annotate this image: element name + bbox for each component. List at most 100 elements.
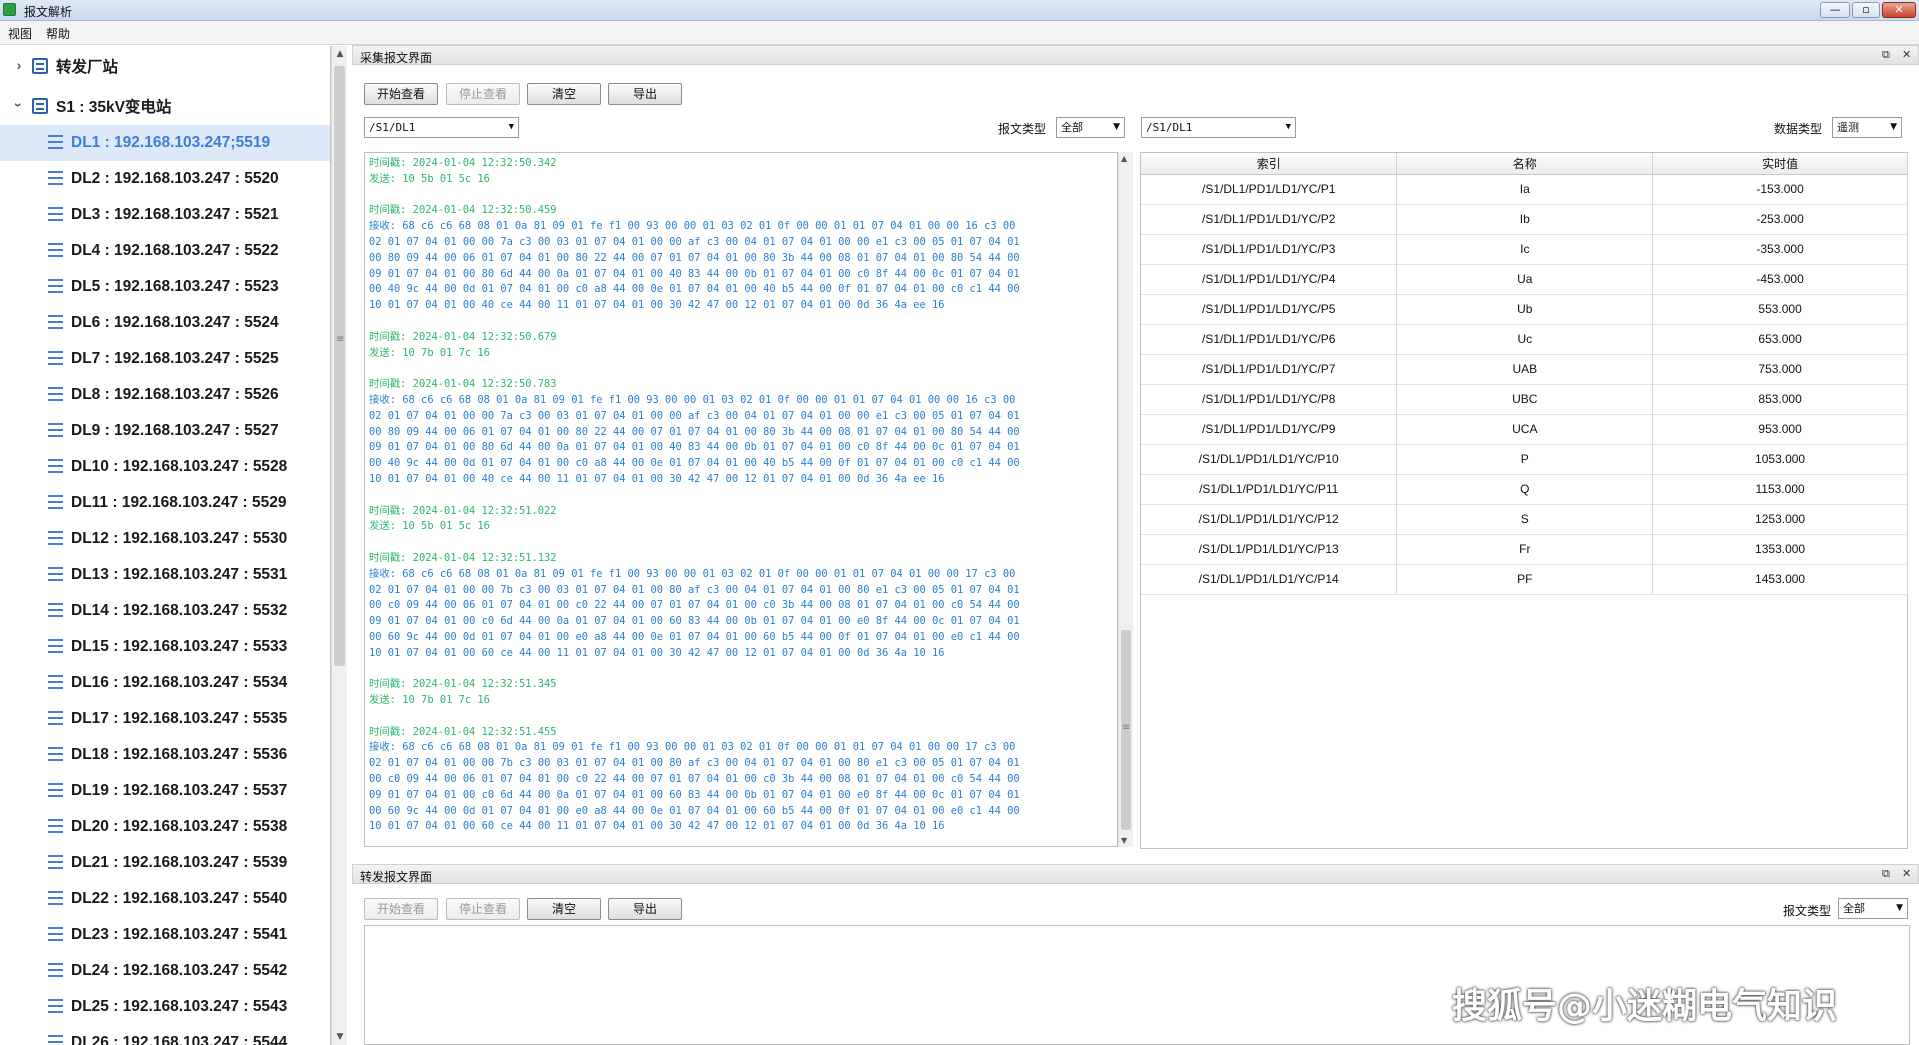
data-type-select[interactable]: 遥测 ▼ xyxy=(1832,117,1902,138)
cell-value[interactable]: -253.000 xyxy=(1652,204,1908,235)
cell-name[interactable]: UBC xyxy=(1396,384,1654,415)
tree-item-dl22[interactable]: DL22 : 192.168.103.247 : 5540 xyxy=(0,881,330,917)
cell-value[interactable]: 1353.000 xyxy=(1652,534,1908,565)
cell-index[interactable]: /S1/DL1/PD1/LD1/YC/P1 xyxy=(1141,174,1398,205)
forward-clear-button[interactable]: 清空 xyxy=(527,898,601,920)
cell-index[interactable]: /S1/DL1/PD1/LD1/YC/P6 xyxy=(1141,324,1398,355)
table-row[interactable]: /S1/DL1/PD1/LD1/YC/P7 UAB 753.000 xyxy=(1141,354,1908,385)
tree-item-dl7[interactable]: DL7 : 192.168.103.247 : 5525 xyxy=(0,341,330,377)
tree-item-dl24[interactable]: DL24 : 192.168.103.247 : 5542 xyxy=(0,953,330,989)
table-row[interactable]: /S1/DL1/PD1/LD1/YC/P3 Ic -353.000 xyxy=(1141,234,1908,265)
tree-item-dl6[interactable]: DL6 : 192.168.103.247 : 5524 xyxy=(0,305,330,341)
float-icon[interactable]: ⧉ xyxy=(1882,867,1890,881)
menu-help[interactable]: 帮助 xyxy=(46,25,70,42)
menu-view[interactable]: 视图 xyxy=(8,25,32,42)
tree-root-s1[interactable]: › S1 : 35kV变电站 xyxy=(0,88,330,124)
scroll-up-arrow[interactable]: ▲ xyxy=(332,46,348,62)
clear-button[interactable]: 清空 xyxy=(527,83,601,105)
tree-item-dl5[interactable]: DL5 : 192.168.103.247 : 5523 xyxy=(0,269,330,305)
cell-index[interactable]: /S1/DL1/PD1/LD1/YC/P8 xyxy=(1141,384,1398,415)
splitter-grip[interactable]: ≡ xyxy=(336,334,344,345)
cell-name[interactable]: UAB xyxy=(1396,354,1654,385)
cell-value[interactable]: 1253.000 xyxy=(1652,504,1908,535)
cell-name[interactable]: Ic xyxy=(1396,234,1654,265)
cell-value[interactable]: 553.000 xyxy=(1652,294,1908,325)
scroll-down-arrow[interactable]: ▼ xyxy=(1121,836,1127,845)
cell-name[interactable]: Ib xyxy=(1396,204,1654,235)
cell-name[interactable]: Q xyxy=(1396,474,1654,505)
float-icon[interactable]: ⧉ xyxy=(1882,48,1890,62)
tree-item-dl10[interactable]: DL10 : 192.168.103.247 : 5528 xyxy=(0,449,330,485)
cell-value[interactable]: 853.000 xyxy=(1652,384,1908,415)
channel-select[interactable]: /S1/DL1 ▼ xyxy=(364,117,519,138)
cell-name[interactable]: Fr xyxy=(1396,534,1654,565)
start-view-button[interactable]: 开始查看 xyxy=(364,83,438,105)
table-row[interactable]: /S1/DL1/PD1/LD1/YC/P14 PF 1453.000 xyxy=(1141,564,1908,595)
stop-view-button[interactable]: 停止查看 xyxy=(446,83,520,105)
cell-value[interactable]: 1053.000 xyxy=(1652,444,1908,475)
tree-item-dl3[interactable]: DL3 : 192.168.103.247 : 5521 xyxy=(0,197,330,233)
tree-item-dl12[interactable]: DL12 : 192.168.103.247 : 5530 xyxy=(0,521,330,557)
column-header-value[interactable]: 实时值 xyxy=(1652,153,1908,175)
tree-scrollbar[interactable]: ▲ ≡ ▼ xyxy=(331,46,347,1045)
cell-name[interactable]: P xyxy=(1396,444,1654,475)
close-icon[interactable]: ✕ xyxy=(1902,48,1911,61)
cell-index[interactable]: /S1/DL1/PD1/LD1/YC/P13 xyxy=(1141,534,1398,565)
cell-value[interactable]: -153.000 xyxy=(1652,174,1908,205)
forward-msg-type-select[interactable]: 全部 ▼ xyxy=(1838,898,1908,919)
cell-index[interactable]: /S1/DL1/PD1/LD1/YC/P14 xyxy=(1141,564,1398,595)
cell-index[interactable]: /S1/DL1/PD1/LD1/YC/P12 xyxy=(1141,504,1398,535)
tree-item-dl21[interactable]: DL21 : 192.168.103.247 : 5539 xyxy=(0,845,330,881)
cell-value[interactable]: -353.000 xyxy=(1652,234,1908,265)
table-row[interactable]: /S1/DL1/PD1/LD1/YC/P11 Q 1153.000 xyxy=(1141,474,1908,505)
tree-item-dl8[interactable]: DL8 : 192.168.103.247 : 5526 xyxy=(0,377,330,413)
table-row[interactable]: /S1/DL1/PD1/LD1/YC/P10 P 1053.000 xyxy=(1141,444,1908,475)
cell-name[interactable]: Ub xyxy=(1396,294,1654,325)
tree-item-dl23[interactable]: DL23 : 192.168.103.247 : 5541 xyxy=(0,917,330,953)
point-select[interactable]: /S1/DL1 ▼ xyxy=(1141,117,1296,138)
cell-value[interactable]: 653.000 xyxy=(1652,324,1908,355)
cell-index[interactable]: /S1/DL1/PD1/LD1/YC/P10 xyxy=(1141,444,1398,475)
tree-item-dl18[interactable]: DL18 : 192.168.103.247 : 5536 xyxy=(0,737,330,773)
message-log[interactable]: 时间戳: 2024-01-04 12:32:50.342 发送: 10 5b 01… xyxy=(364,152,1118,847)
tree-item-dl2[interactable]: DL2 : 192.168.103.247 : 5520 xyxy=(0,161,330,197)
cell-index[interactable]: /S1/DL1/PD1/LD1/YC/P2 xyxy=(1141,204,1398,235)
close-button[interactable]: ✕ xyxy=(1882,2,1916,18)
tree-item-dl25[interactable]: DL25 : 192.168.103.247 : 5543 xyxy=(0,989,330,1025)
tree-item-dl14[interactable]: DL14 : 192.168.103.247 : 5532 xyxy=(0,593,330,629)
tree-item-dl20[interactable]: DL20 : 192.168.103.247 : 5538 xyxy=(0,809,330,845)
column-header-name[interactable]: 名称 xyxy=(1396,153,1654,175)
tree-item-dl16[interactable]: DL16 : 192.168.103.247 : 5534 xyxy=(0,665,330,701)
cell-index[interactable]: /S1/DL1/PD1/LD1/YC/P4 xyxy=(1141,264,1398,295)
maximize-button[interactable]: ▫ xyxy=(1852,2,1880,18)
cell-name[interactable]: S xyxy=(1396,504,1654,535)
table-row[interactable]: /S1/DL1/PD1/LD1/YC/P1 Ia -153.000 xyxy=(1141,174,1908,205)
cell-index[interactable]: /S1/DL1/PD1/LD1/YC/P7 xyxy=(1141,354,1398,385)
tree-item-dl9[interactable]: DL9 : 192.168.103.247 : 5527 xyxy=(0,413,330,449)
tree-item-dl17[interactable]: DL17 : 192.168.103.247 : 5535 xyxy=(0,701,330,737)
cell-name[interactable]: UCA xyxy=(1396,414,1654,445)
cell-value[interactable]: 1453.000 xyxy=(1652,564,1908,595)
minimize-button[interactable]: — xyxy=(1820,2,1850,18)
tree-root-forward-station[interactable]: › 转发厂站 xyxy=(0,48,330,84)
msg-type-select[interactable]: 全部 ▼ xyxy=(1056,117,1125,138)
tree-item-dl15[interactable]: DL15 : 192.168.103.247 : 5533 xyxy=(0,629,330,665)
cell-value[interactable]: -453.000 xyxy=(1652,264,1908,295)
table-row[interactable]: /S1/DL1/PD1/LD1/YC/P5 Ub 553.000 xyxy=(1141,294,1908,325)
chevron-right-icon[interactable]: › xyxy=(11,57,27,73)
cell-name[interactable]: PF xyxy=(1396,564,1654,595)
forward-stop-view-button[interactable]: 停止查看 xyxy=(446,898,520,920)
tree-item-dl19[interactable]: DL19 : 192.168.103.247 : 5537 xyxy=(0,773,330,809)
cell-index[interactable]: /S1/DL1/PD1/LD1/YC/P9 xyxy=(1141,414,1398,445)
cell-value[interactable]: 1153.000 xyxy=(1652,474,1908,505)
tree-item-dl26[interactable]: DL26 : 192.168.103.247 : 5544 xyxy=(0,1025,330,1045)
cell-name[interactable]: Ia xyxy=(1396,174,1654,205)
tree-item-dl1[interactable]: DL1 : 192.168.103.247;5519 xyxy=(0,125,330,161)
table-row[interactable]: /S1/DL1/PD1/LD1/YC/P12 S 1253.000 xyxy=(1141,504,1908,535)
table-row[interactable]: /S1/DL1/PD1/LD1/YC/P6 Uc 653.000 xyxy=(1141,324,1908,355)
scroll-thumb[interactable] xyxy=(334,66,345,666)
cell-value[interactable]: 753.000 xyxy=(1652,354,1908,385)
export-button[interactable]: 导出 xyxy=(608,83,682,105)
tree-item-dl13[interactable]: DL13 : 192.168.103.247 : 5531 xyxy=(0,557,330,593)
cell-name[interactable]: Uc xyxy=(1396,324,1654,355)
